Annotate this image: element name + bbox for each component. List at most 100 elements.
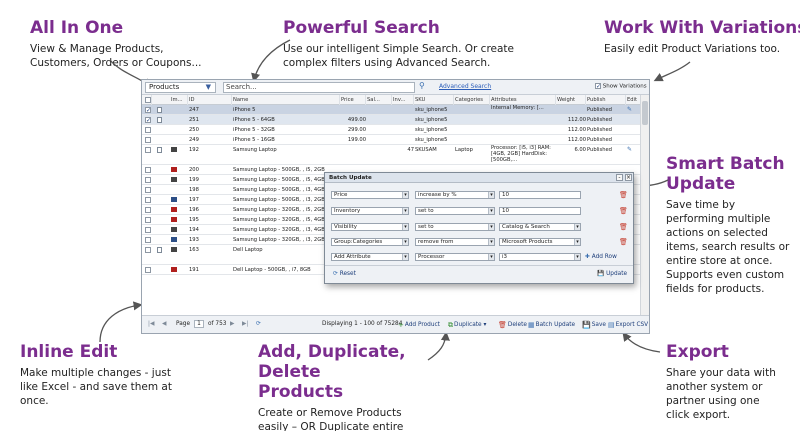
cell-attr[interactable]: Processor: [i5, i3] RAM: [4GB, 2GB] Hard… — [490, 145, 556, 165]
cell-publish[interactable]: Published — [586, 125, 626, 135]
column-header[interactable]: SKU — [414, 95, 454, 105]
row-checkbox[interactable] — [145, 206, 151, 213]
cell-id[interactable]: 163 — [188, 245, 232, 265]
delete-button[interactable]: 🗑Delete — [498, 321, 527, 329]
details-icon[interactable] — [157, 247, 162, 253]
cell-attr[interactable] — [490, 135, 556, 145]
cell-publish[interactable]: Published — [586, 115, 626, 125]
entity-select[interactable]: Products ▼ — [145, 82, 216, 93]
column-header[interactable]: Price — [340, 95, 366, 105]
cell-sku[interactable]: SKUSAM — [414, 145, 454, 165]
cell-publish[interactable]: Published — [586, 145, 626, 165]
row-checkbox[interactable] — [145, 226, 151, 233]
cell-inv[interactable] — [392, 105, 414, 115]
cell-id[interactable]: 194 — [188, 225, 232, 235]
column-header[interactable]: Publish — [586, 95, 626, 105]
cell-inv[interactable] — [392, 115, 414, 125]
cell-sale[interactable] — [366, 125, 392, 135]
action-select[interactable]: set to ▾ — [415, 207, 495, 215]
column-header[interactable]: Im... — [170, 95, 188, 105]
cell-price[interactable] — [340, 145, 366, 165]
cell-name[interactable]: iPhone 5 — [232, 105, 340, 115]
reset-button[interactable]: ⟳ Reset — [333, 271, 356, 277]
value-select[interactable]: i3 ▾ — [499, 253, 581, 261]
action-select[interactable]: set to ▾ — [415, 223, 495, 231]
edit-icon[interactable]: ✎ — [627, 146, 632, 153]
row-checkbox[interactable] — [145, 266, 151, 273]
cell-price[interactable]: 499.00 — [340, 115, 366, 125]
table-row[interactable]: 250 iPhone 5 - 32GB 299.00 sku_iphone5 112.0… — [142, 125, 642, 135]
cell-publish[interactable]: Published — [586, 135, 626, 145]
details-icon[interactable] — [157, 147, 162, 153]
field-select[interactable]: Inventory ▾ — [331, 207, 409, 215]
delete-rule-icon[interactable]: 🗑 — [619, 238, 628, 246]
cell-id[interactable]: 249 — [188, 135, 232, 145]
row-checkbox[interactable] — [145, 186, 151, 193]
column-header[interactable]: ID — [188, 95, 232, 105]
cell-weight[interactable]: 6.00 — [556, 145, 586, 165]
cell-sku[interactable]: sku_iphone5 — [414, 105, 454, 115]
field-select[interactable]: Add Attribute ▾ — [331, 253, 409, 261]
close-icon[interactable]: × — [625, 174, 632, 181]
cell-weight[interactable]: 112.00 — [556, 125, 586, 135]
cell-price[interactable]: 299.00 — [340, 125, 366, 135]
cell-sale[interactable] — [366, 135, 392, 145]
update-button[interactable]: 💾 Update — [597, 271, 627, 277]
cell-inv[interactable]: 47 — [392, 145, 414, 165]
cell-weight[interactable] — [556, 105, 586, 115]
cell-cat[interactable] — [454, 135, 490, 145]
show-variations-toggle[interactable]: Show Variations — [595, 83, 647, 90]
show-variations-checkbox[interactable] — [595, 83, 601, 89]
cell-id[interactable]: 191 — [188, 265, 232, 275]
batch-update-button[interactable]: ▦Batch Update — [528, 321, 575, 329]
cell-id[interactable]: 250 — [188, 125, 232, 135]
row-checkbox[interactable] — [145, 176, 151, 183]
vertical-scrollbar[interactable] — [640, 95, 649, 316]
row-checkbox[interactable] — [145, 136, 151, 143]
search-input[interactable]: Search... — [223, 82, 415, 93]
prev-page-icon[interactable]: ◀ — [162, 321, 166, 327]
details-icon[interactable] — [157, 107, 162, 113]
cell-id[interactable]: 247 — [188, 105, 232, 115]
delete-rule-icon[interactable]: 🗑 — [619, 207, 628, 215]
table-row[interactable]: 251iPhone 5 - 64GB499.00 sku_iphone5 112.0… — [142, 115, 642, 125]
value-select[interactable]: Catalog & Search ▾ — [499, 223, 581, 231]
cell-id[interactable]: 198 — [188, 185, 232, 195]
add-row-button[interactable]: ✚ Add Row — [585, 254, 617, 260]
column-header[interactable]: Weight — [556, 95, 586, 105]
cell-sale[interactable] — [366, 115, 392, 125]
cell-sku[interactable]: sku_iphone5 — [414, 135, 454, 145]
cell-name[interactable]: iPhone 5 - 16GB — [232, 135, 340, 145]
action-select[interactable]: Processor ▾ — [415, 253, 495, 261]
cell-id[interactable]: 200 — [188, 165, 232, 175]
column-header[interactable]: Inv... — [392, 95, 414, 105]
field-select[interactable]: Price ▾ — [331, 191, 409, 199]
delete-rule-icon[interactable]: 🗑 — [619, 191, 628, 199]
cell-cat[interactable]: Laptop — [454, 145, 490, 165]
search-icon[interactable]: ⚲ — [419, 81, 425, 90]
cell-sku[interactable]: sku_iphone5 — [414, 125, 454, 135]
row-checkbox[interactable] — [145, 196, 151, 203]
row-checkbox[interactable] — [145, 146, 151, 153]
column-header[interactable]: Sal... — [366, 95, 392, 105]
cell-id[interactable]: 251 — [188, 115, 232, 125]
column-header[interactable]: Attributes — [490, 95, 556, 105]
refresh-icon[interactable]: ⟳ — [256, 321, 261, 327]
cell-id[interactable]: 193 — [188, 235, 232, 245]
cell-name[interactable]: Samsung Laptop — [232, 145, 340, 165]
cell-publish[interactable]: Published — [586, 105, 626, 115]
cell-id[interactable]: 192 — [188, 145, 232, 165]
value-input[interactable]: 10 — [499, 191, 581, 199]
field-select[interactable]: Visibility ▾ — [331, 223, 409, 231]
duplicate-button[interactable]: ⧉Duplicate ▾ — [448, 321, 486, 330]
cell-name[interactable]: iPhone 5 - 64GB — [232, 115, 340, 125]
column-header[interactable]: Name — [232, 95, 340, 105]
cell-sale[interactable] — [366, 145, 392, 165]
next-page-icon[interactable]: ▶ — [230, 321, 234, 327]
cell-price[interactable] — [340, 105, 366, 115]
cell-sku[interactable]: sku_iphone5 — [414, 115, 454, 125]
last-page-icon[interactable]: ▶| — [242, 321, 248, 327]
cell-name[interactable]: iPhone 5 - 32GB — [232, 125, 340, 135]
save-button[interactable]: 💾Save — [582, 321, 606, 329]
cell-attr[interactable] — [490, 115, 556, 125]
